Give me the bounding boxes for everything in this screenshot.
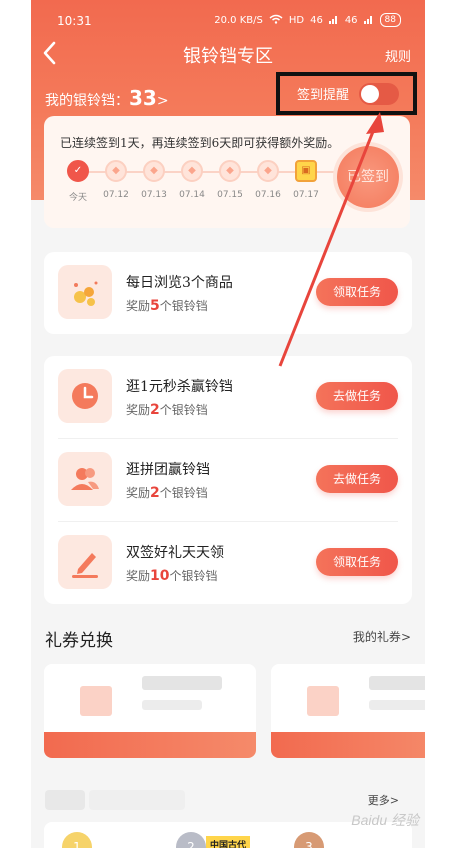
rank-badge: 2	[176, 832, 206, 848]
my-bells[interactable]: 我的银铃铛：33>	[45, 86, 169, 110]
checkin-day: ◆ 07.15	[212, 160, 248, 200]
signal-icon	[328, 14, 339, 27]
status-time: 10:31	[57, 14, 92, 28]
task-title: 每日浏览3个商品	[126, 275, 233, 291]
claim-task-button[interactable]: 领取任务	[316, 278, 398, 306]
phone-screen: 10:31 20.0 KB/S HD 46 46 88 银铃铛专区 规则 我的银…	[31, 0, 425, 848]
watermark: Baidu 经验	[351, 812, 419, 828]
clock-icon	[58, 369, 112, 423]
bell-icon: ◆	[257, 160, 279, 182]
check-icon: ✓	[67, 160, 89, 182]
hd-label: HD	[288, 14, 305, 26]
more-link[interactable]: 更多>	[368, 792, 399, 808]
task-reward: 奖励10个银铃铛	[126, 568, 218, 584]
task-title: 逛1元秒杀赢铃铛	[126, 379, 233, 395]
task-reward: 奖励2个银铃铛	[126, 402, 208, 418]
coupon-band	[271, 732, 425, 758]
rank-badge: 1	[62, 832, 92, 848]
chevron-right-icon: >	[400, 630, 411, 644]
checkin-day: ◆ 07.13	[136, 160, 172, 200]
chevron-right-icon: >	[156, 93, 169, 109]
bells-count: 33	[129, 86, 157, 110]
my-coupons-link[interactable]: 我的礼券>	[353, 628, 411, 645]
coupon-card[interactable]	[271, 664, 425, 758]
gift-icon: ▣	[295, 160, 317, 182]
nav-bar: 银铃铛专区 规则	[31, 40, 425, 70]
rules-link[interactable]: 规则	[385, 46, 411, 65]
bell-icon: ◆	[181, 160, 203, 182]
users-icon	[58, 452, 112, 506]
coupon-title-blurred	[142, 676, 222, 690]
bells-label: 我的银铃铛：	[45, 93, 129, 109]
chevron-right-icon: >	[389, 794, 399, 807]
battery-icon: 88	[379, 13, 401, 27]
rank-badge: 3	[294, 832, 324, 848]
coupon-card[interactable]	[44, 664, 256, 758]
bell-icon: ◆	[105, 160, 127, 182]
checkin-day: ◆ 07.16	[250, 160, 286, 200]
task-reward: 奖励2个银铃铛	[126, 485, 208, 501]
bell-icon: ◆	[219, 160, 241, 182]
coins-icon	[58, 265, 112, 319]
checkin-day: ✓ 今天	[60, 160, 96, 203]
task-card-daily: 每日浏览3个商品 奖励5个银铃铛 领取任务	[44, 252, 412, 334]
coupon-image	[307, 686, 339, 716]
signal-label-1: 46	[310, 14, 323, 26]
section-subtitle-blurred	[89, 790, 185, 810]
status-bar: 10:31 20.0 KB/S HD 46 46 88	[31, 0, 425, 40]
task-item: 双签好礼天天领 奖励10个银铃铛 领取任务	[44, 522, 412, 604]
checkin-day: ◆ 07.14	[174, 160, 210, 200]
coupon-band	[44, 732, 256, 758]
task-title: 逛拼团赢铃铛	[126, 462, 210, 478]
do-task-button[interactable]: 去做任务	[316, 465, 398, 493]
network-speed: 20.0 KB/S	[214, 14, 263, 26]
coupon-title-blurred	[369, 676, 425, 690]
coupon-desc-blurred	[142, 700, 202, 710]
task-reward: 奖励5个银铃铛	[126, 298, 208, 314]
bell-icon: ◆	[143, 160, 165, 182]
task-title: 双签好礼天天领	[126, 545, 224, 561]
do-task-button[interactable]: 去做任务	[316, 382, 398, 410]
task-card-list: 逛1元秒杀赢铃铛 奖励2个银铃铛 去做任务 逛拼团赢铃铛 奖励2个银铃铛 去做任…	[44, 356, 412, 604]
book-cover-tag: 中国古代	[206, 836, 251, 848]
checkin-day: ◆ 07.12	[98, 160, 134, 200]
coupon-desc-blurred	[369, 700, 425, 710]
checkin-day: ▣ 07.17	[288, 160, 324, 200]
task-item: 逛1元秒杀赢铃铛 奖励2个银铃铛 去做任务	[44, 356, 412, 438]
coupon-image	[80, 686, 112, 716]
status-icons: 20.0 KB/S HD 46 46 88	[214, 13, 401, 27]
page-title: 银铃铛专区	[183, 46, 273, 67]
checkin-message: 已连续签到1天，再连续签到6天即可获得额外奖励。	[60, 136, 340, 150]
section-title-blurred	[45, 790, 85, 810]
task-item: 逛拼团赢铃铛 奖励2个银铃铛 去做任务	[44, 439, 412, 521]
coupon-section-title: 礼券兑换	[45, 631, 113, 651]
task-item: 每日浏览3个商品 奖励5个银铃铛 领取任务	[44, 252, 412, 334]
checkin-card: 已连续签到1天，再连续签到6天即可获得额外奖励。 ✓ 今天 ◆ 07.12 ◆ 07.…	[44, 116, 410, 228]
wifi-icon	[269, 14, 283, 27]
checkin-button[interactable]: 已签到	[337, 146, 399, 208]
signal-label-2: 46	[344, 14, 358, 26]
annotation-highlight-box	[276, 72, 417, 115]
claim-task-button[interactable]: 领取任务	[316, 548, 398, 576]
pencil-icon	[58, 535, 112, 589]
checkin-days: ✓ 今天 ◆ 07.12 ◆ 07.13 ◆ 07.14 ◆ 07.15 ◆ 07.16 ▣…	[60, 160, 350, 208]
signal-icon	[363, 14, 374, 27]
